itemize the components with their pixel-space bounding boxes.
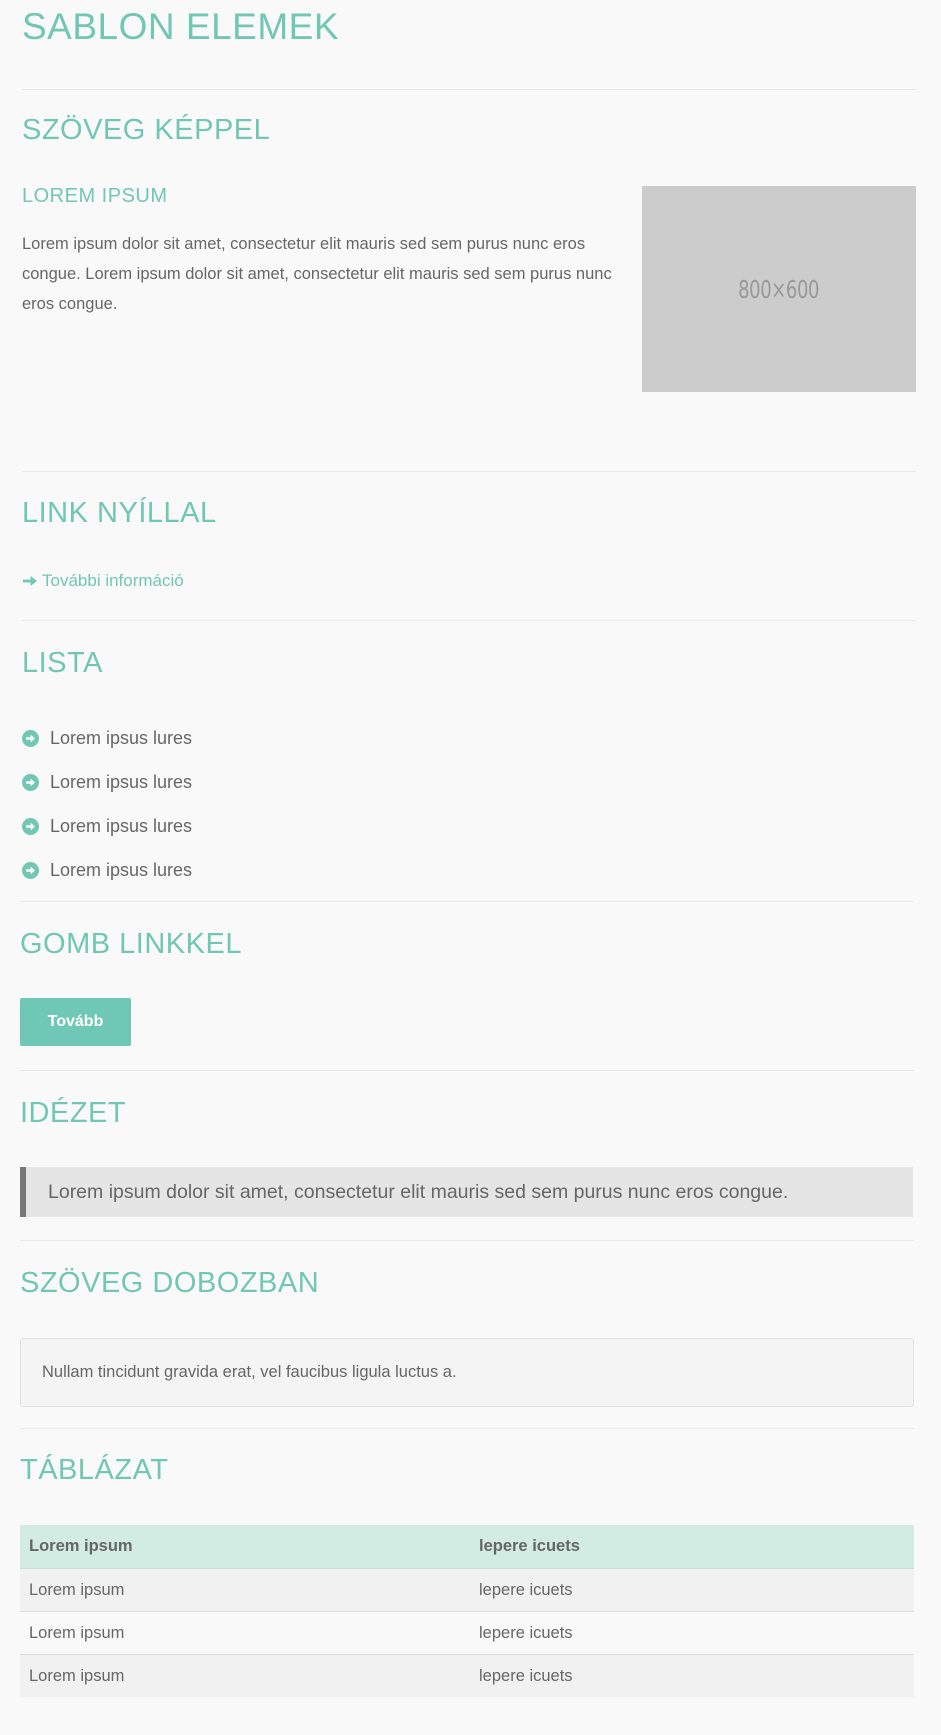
list-item: Lorem ipsus lures [22,804,192,848]
list-item-label: Lorem ipsus lures [50,859,193,880]
arrow-circle-right-icon [22,773,39,791]
arrow-circle-right-icon [22,817,39,835]
section-heading-button-with-link: GOMB LINKKEL [20,928,242,960]
text-box: Nullam tincidunt gravida erat, vel fauci… [20,1338,914,1407]
section-heading-quote: IDÉZET [20,1097,127,1129]
list-item-label: Lorem ipsus lures [50,727,193,748]
list-item: Lorem ipsus lures [22,760,192,804]
arrow-circle-right-icon [22,729,39,747]
text-box-content: Nullam tincidunt gravida erat, vel fauci… [42,1363,457,1381]
data-table: Lorem ipsum lepere icuets Lorem ipsum le… [20,1525,914,1697]
table-cell: lepere icuets [470,1568,914,1612]
table-row: Lorem ipsum lepere icuets [20,1654,914,1697]
more-button[interactable]: Tovább [20,998,131,1046]
content-subheading: LOREM IPSUM [22,185,168,207]
section-divider [22,620,916,621]
table-cell: lepere icuets [470,1611,914,1655]
section-divider [22,471,916,472]
placeholder-image: 800×600 [642,186,916,392]
table-row: Lorem ipsum lepere icuets [20,1611,914,1655]
bullet-list: Lorem ipsus lures Lorem ipsus lures Lore… [22,716,192,892]
table-cell: Lorem ipsum [20,1568,470,1612]
section-heading-link-with-arrow: LINK NYÍLLAL [22,497,217,529]
section-divider [22,89,916,90]
blockquote: Lorem ipsum dolor sit amet, consectetur … [20,1167,913,1217]
content-paragraph: Lorem ipsum dolor sit amet, consectetur … [22,235,612,313]
quote-text: Lorem ipsum dolor sit amet, consectetur … [48,1180,789,1203]
table-header-row: Lorem ipsum lepere icuets [20,1525,914,1569]
section-heading-list: LISTA [22,647,103,679]
section-heading-text-with-image: SZÖVEG KÉPPEL [22,114,271,146]
more-info-link[interactable]: További információ [22,571,184,591]
table-cell: Lorem ipsum [20,1654,470,1697]
list-item-label: Lorem ipsus lures [50,815,193,836]
list-item: Lorem ipsus lures [22,848,192,892]
table-header-cell: Lorem ipsum [20,1525,470,1569]
section-divider [20,901,914,902]
page-title: SABLON ELEMEK [22,6,340,47]
section-heading-table: TÁBLÁZAT [20,1454,169,1486]
table-header-cell: lepere icuets [470,1525,914,1569]
list-item: Lorem ipsus lures [22,716,192,760]
arrow-circle-right-icon [22,861,39,879]
section-divider [20,1428,914,1429]
more-info-link-label: További információ [42,571,184,590]
section-divider [20,1070,914,1071]
table-row: Lorem ipsum lepere icuets [20,1568,914,1612]
table-cell: Lorem ipsum [20,1611,470,1655]
image-size-label: 800×600 [738,274,820,304]
section-heading-text-in-box: SZÖVEG DOBOZBAN [20,1267,320,1299]
list-item-label: Lorem ipsus lures [50,771,193,792]
table-cell: lepere icuets [470,1654,914,1697]
arrow-right-icon [22,573,38,589]
section-divider [20,1240,914,1241]
